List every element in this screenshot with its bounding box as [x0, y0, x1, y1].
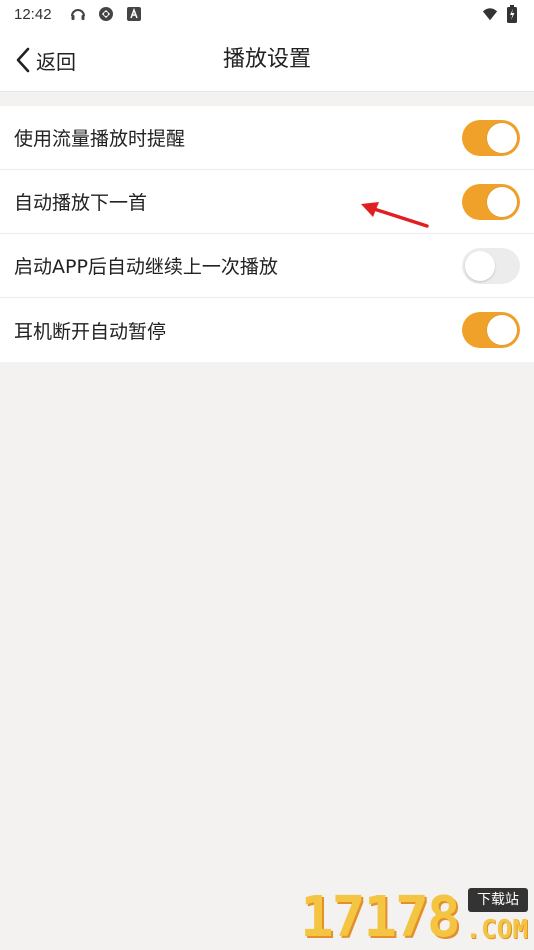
status-left: 12:42	[14, 6, 142, 23]
battery-charging-icon	[504, 5, 520, 23]
watermark-suffix: .COM	[465, 915, 528, 945]
watermark-digits: 17178	[300, 885, 461, 950]
status-right	[482, 5, 520, 23]
annotation-arrow-icon	[361, 202, 429, 228]
setting-row-pause-on-headphone-disconnect: 耳机断开自动暂停	[0, 298, 534, 362]
setting-label: 启动APP后自动继续上一次播放	[14, 256, 278, 278]
screen: 12:42 返回 播放设置 使用流量播放时提醒 自动播放下一首 启动APP后自动…	[0, 0, 534, 950]
header: 返回 播放设置	[0, 28, 534, 92]
resume-on-launch-toggle[interactable]	[462, 247, 520, 284]
app-notification-icon	[126, 6, 142, 22]
setting-row-mobile-data-reminder: 使用流量播放时提醒	[0, 106, 534, 170]
setting-row-autoplay-next: 自动播放下一首	[0, 170, 534, 234]
setting-label: 使用流量播放时提醒	[14, 128, 186, 150]
watermark-logo: 17178 下载站 .COM	[300, 888, 528, 946]
pause-on-headphone-disconnect-toggle[interactable]	[462, 312, 520, 348]
setting-label: 自动播放下一首	[14, 192, 148, 214]
setting-row-resume-on-launch: 启动APP后自动继续上一次播放	[0, 234, 534, 298]
toggle-knob	[465, 250, 495, 281]
toggle-knob	[487, 122, 517, 153]
toggle-knob	[487, 186, 517, 217]
headset-icon	[70, 6, 86, 22]
wifi-icon	[482, 6, 498, 22]
page-title: 播放设置	[222, 47, 311, 72]
watermark-badge: 下载站	[468, 888, 528, 912]
mobile-data-reminder-toggle[interactable]	[462, 119, 520, 156]
toggle-knob	[487, 315, 517, 345]
settings-list: 使用流量播放时提醒 自动播放下一首 启动APP后自动继续上一次播放 耳机断开自动…	[0, 106, 534, 362]
status-bar: 12:42	[0, 0, 534, 28]
status-time: 12:42	[14, 5, 52, 23]
autoplay-next-toggle[interactable]	[462, 183, 520, 220]
sync-icon	[98, 6, 114, 22]
setting-label: 耳机断开自动暂停	[14, 320, 167, 343]
